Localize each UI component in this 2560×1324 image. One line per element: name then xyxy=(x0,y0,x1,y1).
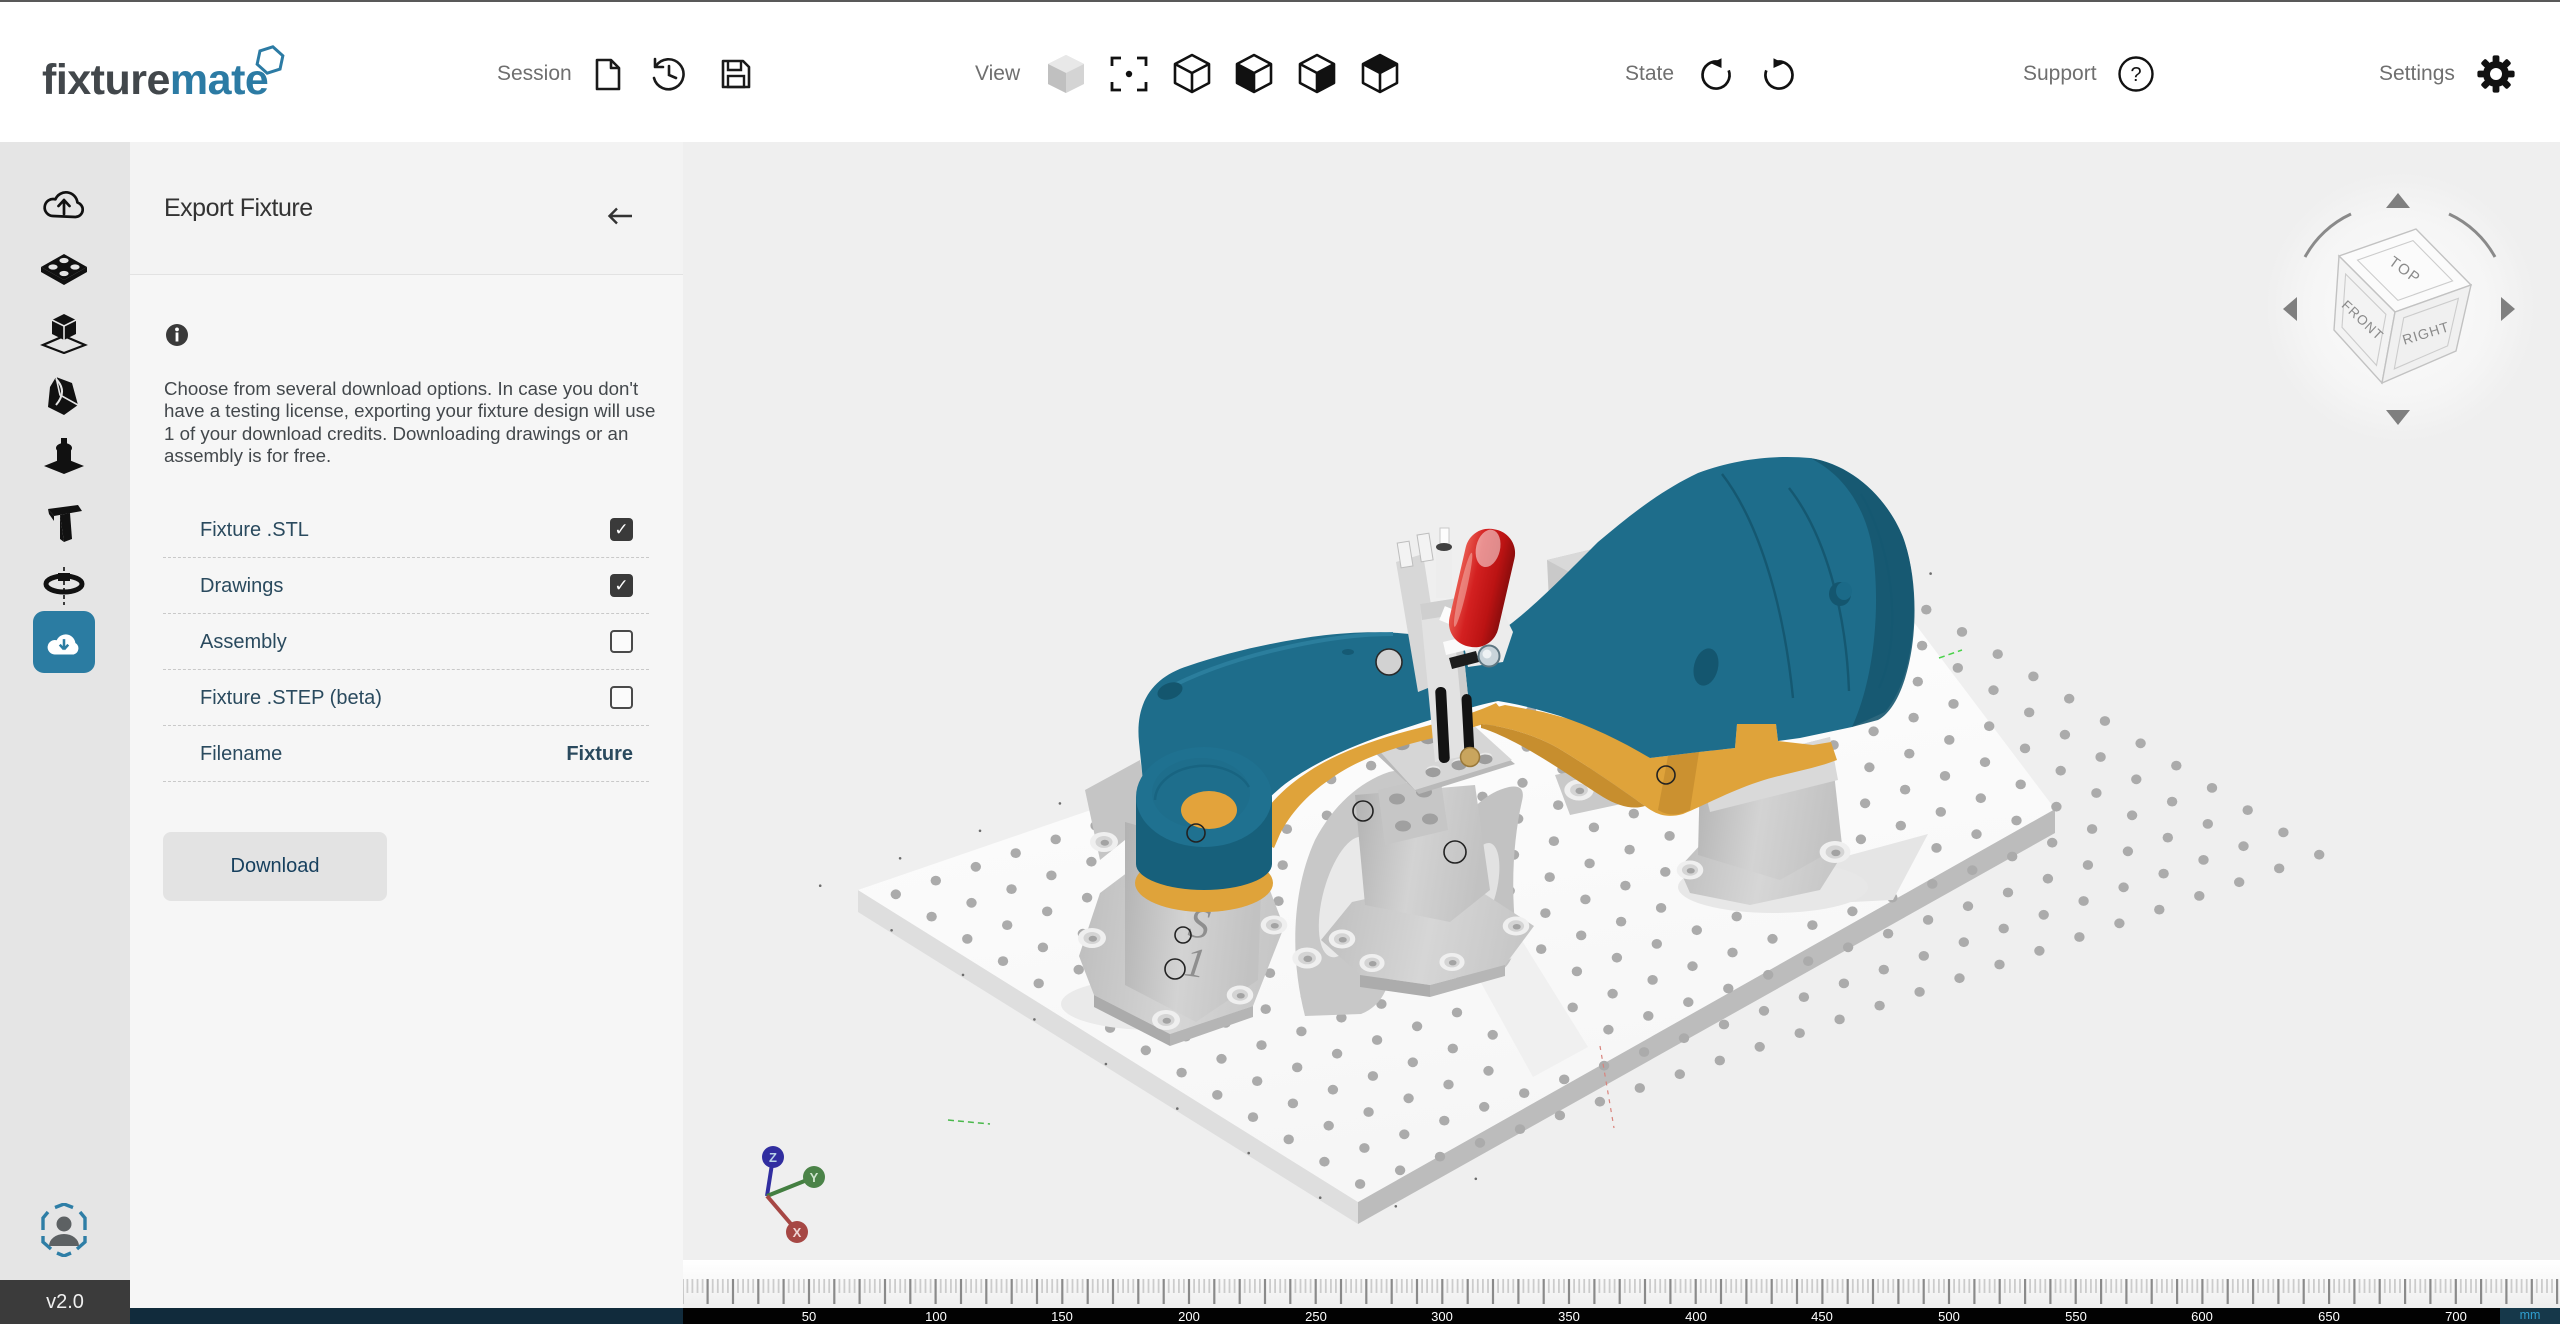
svg-text:Y: Y xyxy=(810,1170,819,1185)
svg-text:X: X xyxy=(793,1225,802,1240)
svg-text:fixturemate: fixturemate xyxy=(42,56,268,104)
svg-text:Z: Z xyxy=(769,1150,777,1165)
svg-text:?: ? xyxy=(2130,64,2141,86)
